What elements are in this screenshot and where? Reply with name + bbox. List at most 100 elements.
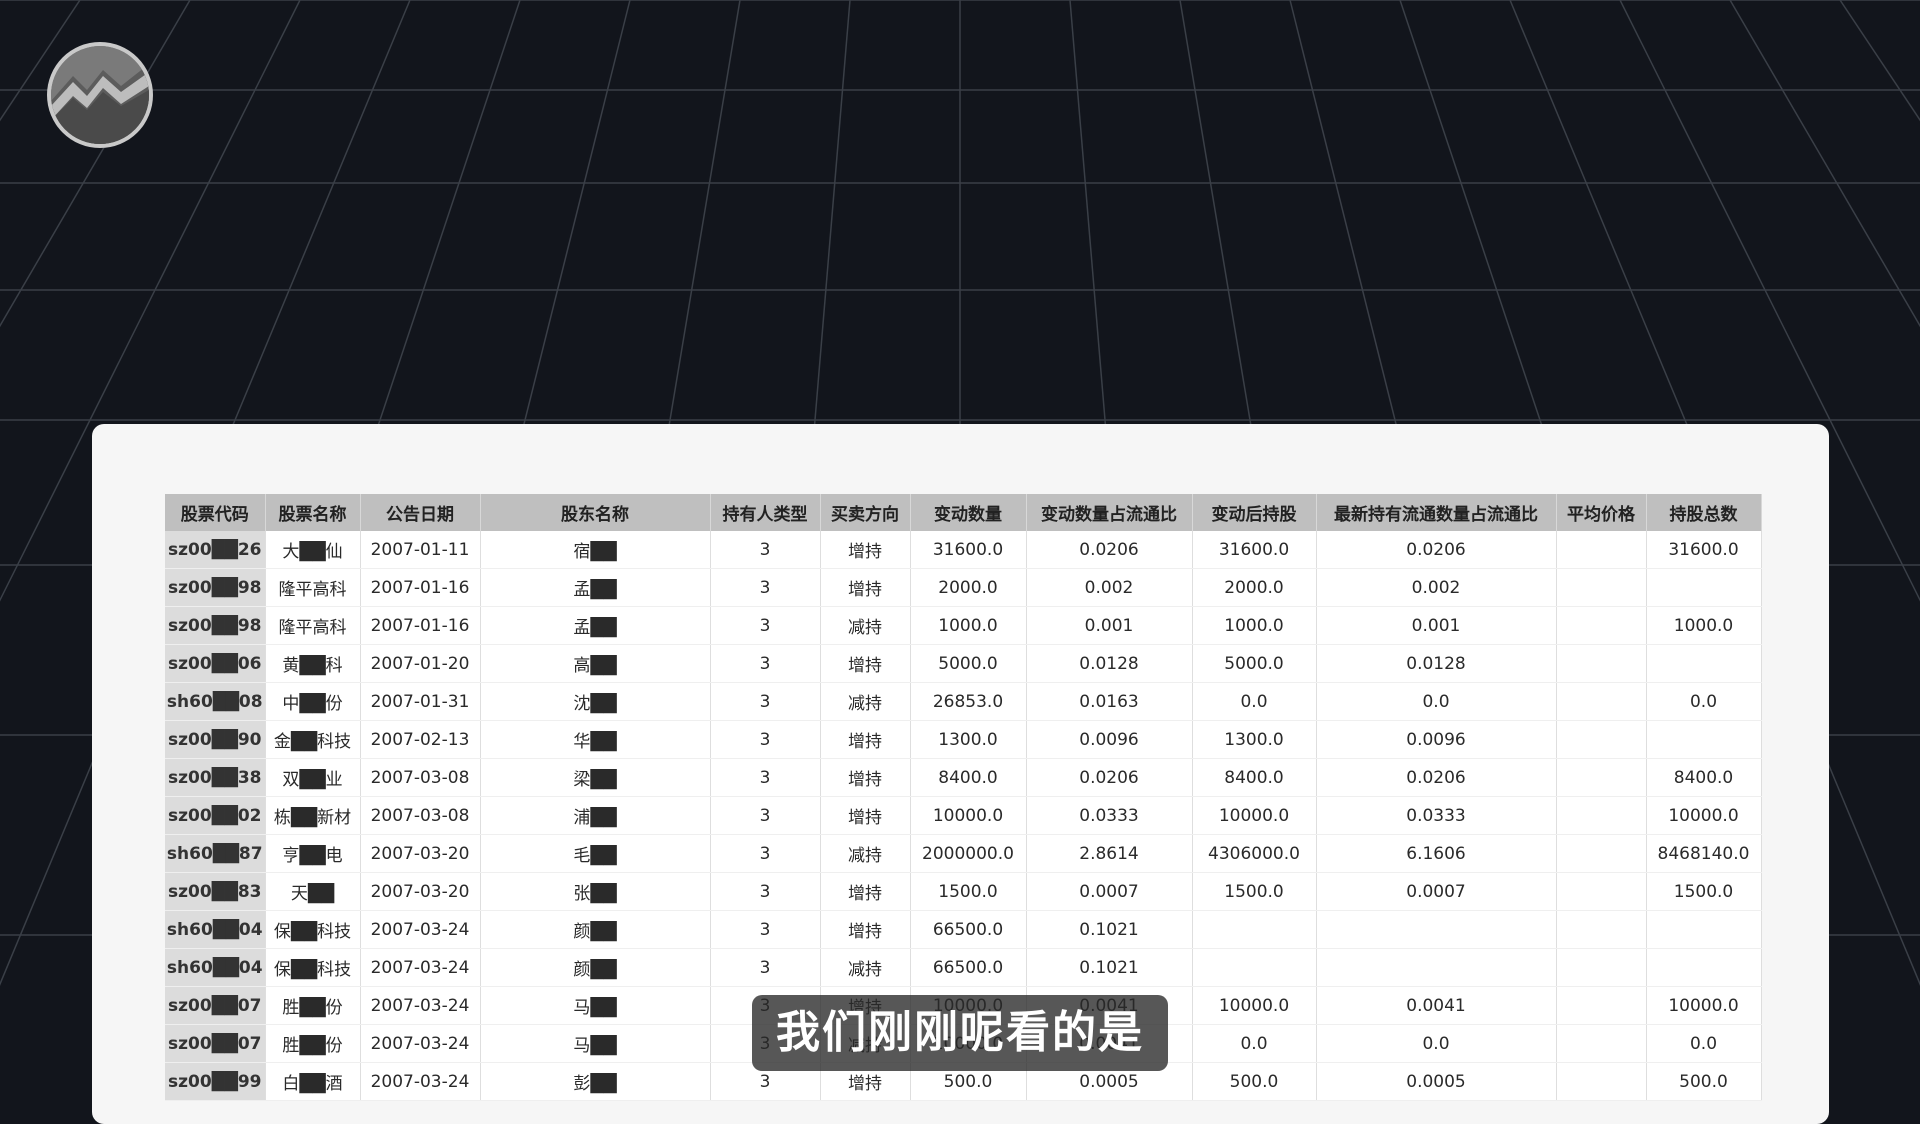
column-header: 股东名称 [480,494,711,531]
table-cell: 0.0206 [1026,531,1193,569]
table-cell: 增持 [820,568,911,607]
table-cell: 马██ [480,986,711,1025]
table-cell: 2007-03-24 [360,986,481,1025]
table-cell: 3 [710,796,821,835]
table-cell: 10000.0 [1646,986,1762,1025]
table-cell: 0.0206 [1026,758,1193,797]
table-cell: 0.0 [1316,682,1557,721]
table-cell: 胜██份 [265,986,361,1025]
column-header: 买卖方向 [820,494,911,531]
table-cell: 10000.0 [1192,796,1317,835]
table-cell: 31600.0 [1646,531,1762,569]
column-header: 股票代码 [165,494,266,531]
table-cell: 大██仙 [265,531,361,569]
table-cell: 减持 [820,606,911,645]
table-cell: 2007-03-20 [360,834,481,873]
table-row: sz00██90 金██科技 2007-02-13 华██ 3 增持 1300.0 0.009… [165,720,1762,759]
table-cell: 3 [710,758,821,797]
table-cell: 中██份 [265,682,361,721]
table-cell: 毛██ [480,834,711,873]
table-row: sz00██98 隆平高科 2007-01-16 孟██ 3 增持 2000.0 0.002 2… [165,568,1762,607]
table-cell [1556,986,1647,1025]
table-cell: 沈██ [480,682,711,721]
table-cell: 2007-01-11 [360,531,481,569]
table-cell: 5000.0 [1192,644,1317,683]
table-cell: 3 [710,644,821,683]
table-cell [1556,872,1647,911]
table-cell: 华██ [480,720,711,759]
table-cell: 2007-03-24 [360,910,481,949]
table-cell: 0.002 [1316,568,1557,607]
table-cell: 孟██ [480,606,711,645]
column-header: 平均价格 [1556,494,1647,531]
table-cell: 10000.0 [1646,796,1762,835]
table-cell: 6.1606 [1316,834,1557,873]
stock-code-cell: sz00██38 [165,758,266,797]
table-cell [1192,910,1317,949]
stock-code-cell: sh60██08 [165,682,266,721]
table-cell: 栋██新材 [265,796,361,835]
table-cell: 0.002 [1026,568,1193,607]
stock-code-cell: sz00██83 [165,872,266,911]
stock-code-cell: sh60██04 [165,948,266,987]
table-cell: 0.0007 [1026,872,1193,911]
table-cell: 1000.0 [910,606,1027,645]
table-cell: 增持 [820,910,911,949]
table-cell: 8400.0 [1192,758,1317,797]
table-cell: 0.0333 [1026,796,1193,835]
table-cell [1646,644,1762,683]
video-subtitle: 我们刚刚呢看的是 [752,995,1168,1071]
table-cell: 31600.0 [1192,531,1317,569]
table-cell: 3 [710,910,821,949]
table-cell: 亨██电 [265,834,361,873]
table-cell [1316,910,1557,949]
table-cell: 2007-03-24 [360,1062,481,1101]
table-cell: 0.0 [1192,1024,1317,1063]
column-header: 变动数量 [910,494,1027,531]
grid-line [0,0,81,122]
table-cell: 白██酒 [265,1062,361,1101]
table-cell [1646,568,1762,607]
table-cell: 彭██ [480,1062,711,1101]
table-cell: 增持 [820,758,911,797]
table-cell [1556,834,1647,873]
table-cell: 0.0096 [1316,720,1557,759]
table-cell: 8400.0 [1646,758,1762,797]
table-cell: 0.0333 [1316,796,1557,835]
column-header: 持有人类型 [710,494,821,531]
stock-code-cell: sz00██99 [165,1062,266,1101]
table-cell: 2007-01-16 [360,606,481,645]
column-header: 最新持有流通数量占流通比 [1316,494,1557,531]
table-cell [1316,948,1557,987]
table-cell: 2007-01-20 [360,644,481,683]
stock-code-cell: sz00██26 [165,531,266,569]
table-cell: 2007-02-13 [360,720,481,759]
table-cell: 0.0005 [1316,1062,1557,1101]
table-cell: 增持 [820,796,911,835]
channel-logo [51,46,149,144]
table-cell: 0.0206 [1316,531,1557,569]
table-cell: 0.001 [1316,606,1557,645]
table-cell [1556,796,1647,835]
stock-code-cell: sz00██07 [165,1024,266,1063]
table-cell [1556,758,1647,797]
table-cell: 0.0 [1646,682,1762,721]
table-cell: 2000.0 [910,568,1027,607]
table-cell: 1500.0 [1192,872,1317,911]
table-cell [1646,948,1762,987]
stock-code-cell: sz00██02 [165,796,266,835]
table-row: sz00██02 栋██新材 2007-03-08 浦██ 3 增持 10000.0 0.03… [165,796,1762,835]
table-cell [1556,644,1647,683]
table-cell: 1000.0 [1646,606,1762,645]
table-cell [1556,910,1647,949]
mountain-logo-icon [51,46,149,144]
table-cell: 2000000.0 [910,834,1027,873]
table-cell: 浦██ [480,796,711,835]
table-cell: 5000.0 [910,644,1027,683]
table-cell: 31600.0 [910,531,1027,569]
table-cell: 0.0 [1316,1024,1557,1063]
column-header: 变动数量占流通比 [1026,494,1193,531]
table-cell: 金██科技 [265,720,361,759]
table-cell: 胜██份 [265,1024,361,1063]
table-cell [1646,910,1762,949]
